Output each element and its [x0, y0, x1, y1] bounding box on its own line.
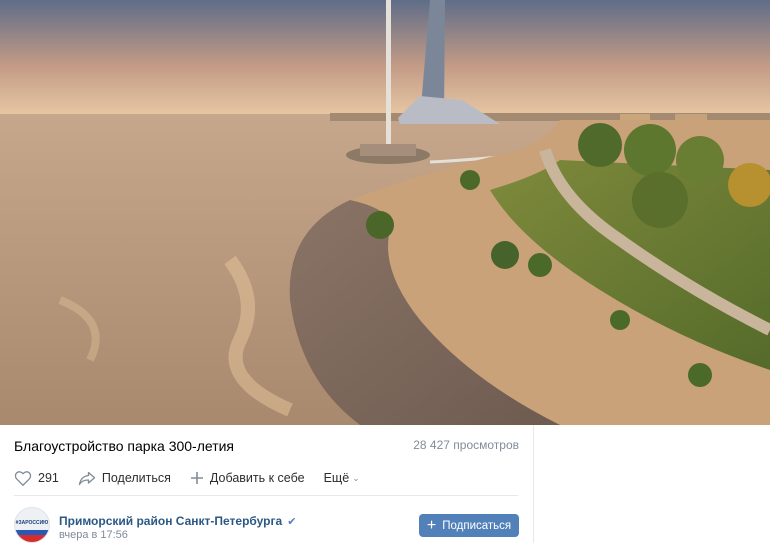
channel-avatar[interactable]: #ЗАРОССИЮ	[14, 507, 50, 543]
share-label: Поделиться	[101, 471, 171, 485]
channel-name-link[interactable]: Приморский район Санкт-Петербурга ✔	[59, 514, 296, 528]
add-to-my-videos-button[interactable]: Добавить к себе	[190, 471, 305, 485]
like-count: 291	[38, 471, 59, 485]
view-count: 28 427 просмотров	[413, 438, 519, 452]
verified-icon: ✔	[287, 515, 297, 528]
share-icon	[78, 471, 96, 485]
video-title: Благоустройство парка 300-летия	[14, 438, 235, 454]
like-button[interactable]: 291	[14, 470, 59, 486]
heart-icon	[14, 471, 32, 486]
video-player[interactable]	[0, 0, 770, 425]
share-button[interactable]: Поделиться	[78, 471, 171, 486]
plus-icon	[190, 472, 203, 484]
subscribe-button[interactable]: + Подписаться	[419, 514, 519, 537]
more-button[interactable]: Ещё ⌄	[324, 471, 360, 485]
more-label: Ещё	[323, 471, 350, 485]
subscribe-label: Подписаться	[442, 519, 512, 532]
action-bar: 291 Поделиться Добавить к себе Ещё ⌄	[14, 469, 360, 487]
avatar-text: #ЗАРОССИЮ	[15, 520, 49, 526]
divider	[14, 495, 518, 496]
chevron-down-icon: ⌄	[352, 472, 360, 483]
channel-name: Приморский район Санкт-Петербурга	[59, 514, 283, 528]
video-frame-image	[0, 0, 770, 425]
avatar-stripe-red	[15, 535, 49, 542]
plus-icon: +	[426, 516, 437, 534]
sidebar-area	[533, 425, 770, 543]
publish-date: вчера в 17:56	[59, 529, 128, 541]
add-label: Добавить к себе	[209, 471, 305, 485]
video-info-panel: Благоустройство парка 300-летия 28 427 п…	[0, 425, 533, 543]
